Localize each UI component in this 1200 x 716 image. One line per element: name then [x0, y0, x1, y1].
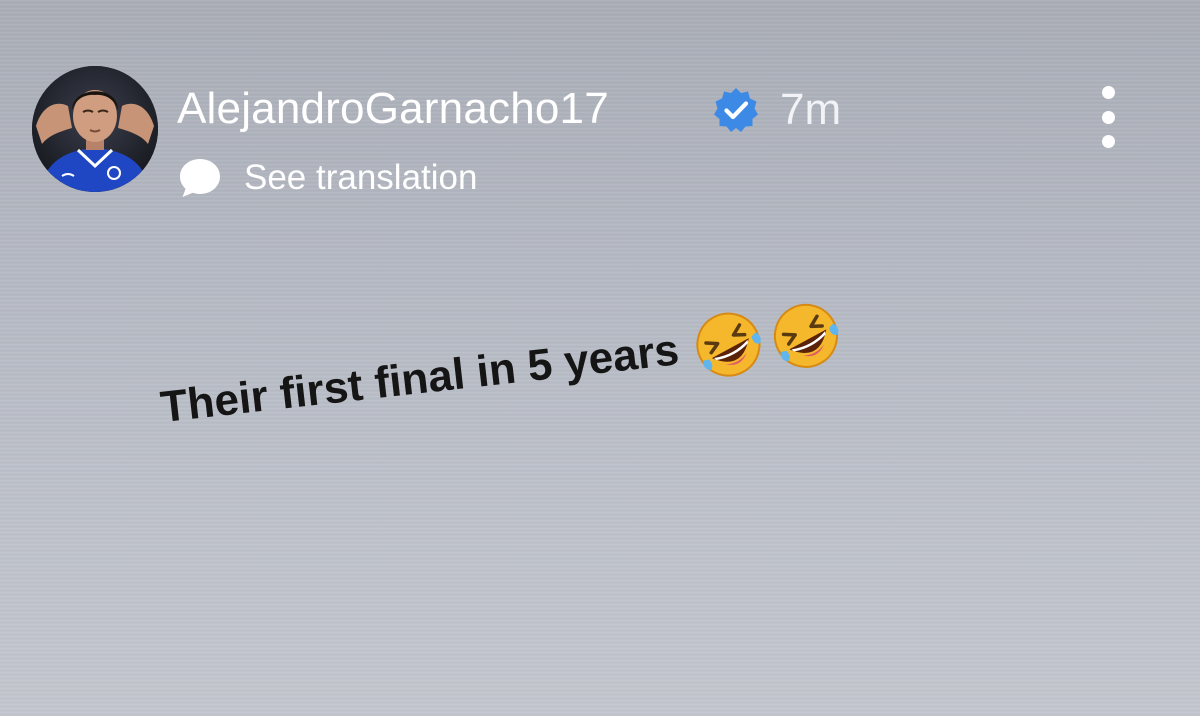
avatar[interactable] — [32, 66, 158, 192]
speech-bubble-icon — [180, 159, 220, 197]
story-header: AlejandroGarnacho17 7m See translation — [32, 66, 1172, 197]
post-time: 7m — [780, 85, 842, 134]
verified-badge-icon — [712, 86, 760, 134]
more-vertical-icon — [1101, 86, 1115, 99]
see-translation-label: See translation — [244, 158, 478, 197]
more-options-button[interactable] — [1094, 86, 1122, 148]
username[interactable]: AlejandroGarnacho17 — [177, 84, 609, 134]
more-vertical-icon — [1101, 135, 1115, 148]
rolling-on-floor-laughing-icon — [773, 303, 839, 368]
story-caption: Their first final in 5 years — [157, 296, 846, 444]
caption-text: Their first final in 5 years — [158, 325, 682, 433]
see-translation-button[interactable]: See translation — [178, 156, 477, 200]
more-vertical-icon — [1101, 110, 1115, 124]
rolling-on-floor-laughing-icon — [696, 312, 761, 377]
